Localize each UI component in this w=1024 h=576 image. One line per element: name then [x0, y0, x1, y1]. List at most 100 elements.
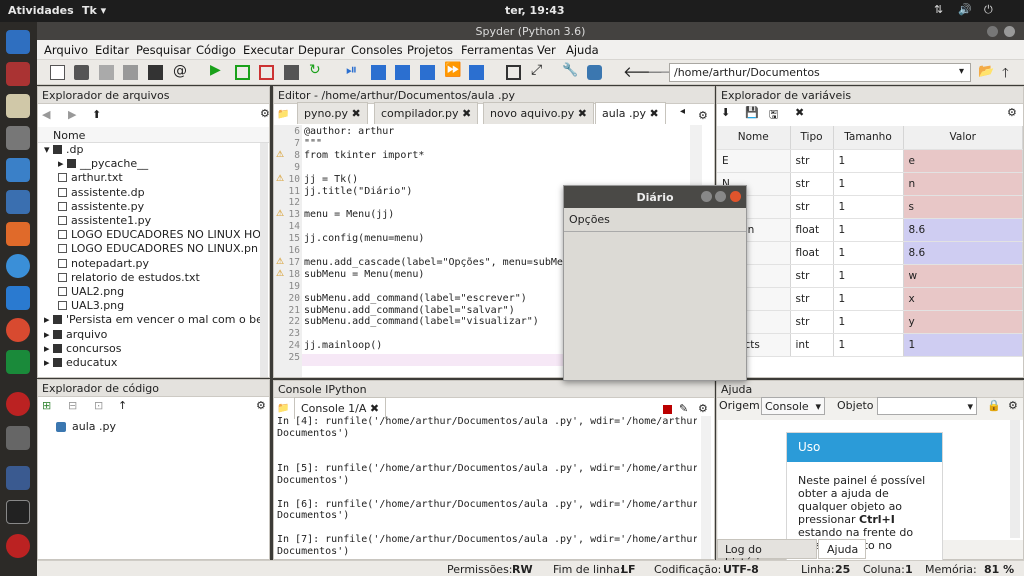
table-cell[interactable]: str — [790, 287, 834, 311]
tab-novo-aquivo[interactable]: novo aquivo.py ✖ — [483, 102, 594, 124]
menu-codigo[interactable]: Código — [196, 43, 236, 57]
table-cell[interactable]: 1 — [833, 264, 904, 288]
file-tree-scrollbar[interactable] — [260, 143, 268, 377]
save-data-icon[interactable]: 💾 — [745, 106, 759, 119]
tab-aula[interactable]: aula .py ✖ — [595, 102, 666, 124]
spyder-icon-2[interactable] — [6, 534, 30, 558]
sound-icon[interactable] — [6, 126, 30, 150]
menu-ver[interactable]: Ver — [537, 43, 556, 57]
wrench-icon[interactable]: 🔧 — [562, 63, 578, 78]
code-line[interactable]: ⚠ 8 from tkinter import* — [274, 150, 694, 162]
table-cell[interactable]: 1 — [833, 241, 904, 265]
close-icon[interactable]: ✖ — [352, 107, 361, 120]
table-cell[interactable]: 8.6 — [903, 241, 1023, 265]
chevron-right-icon[interactable]: ▸ — [44, 328, 53, 341]
run-cell-icon[interactable] — [235, 65, 250, 80]
table-row[interactable]: rsionfloat18.6 — [717, 241, 1023, 265]
chevron-right-icon[interactable]: ▸ — [44, 342, 53, 355]
table-row[interactable]: str 1 w — [717, 264, 1023, 288]
menu-pesquisar[interactable]: Pesquisar — [136, 43, 191, 57]
code-line[interactable]: 6 @author: arthur — [274, 126, 694, 138]
clock[interactable]: ter, 19:43 — [505, 4, 565, 17]
minimize-icon[interactable] — [987, 26, 998, 37]
rerun-icon[interactable]: ↻ — [309, 62, 324, 78]
chevron-right-icon[interactable]: ▸ — [44, 356, 53, 369]
list-item[interactable]: ▸ educatux — [44, 356, 117, 369]
table-cell[interactable]: 8.6 — [903, 218, 1023, 242]
menu-ajuda[interactable]: Ajuda — [566, 43, 599, 57]
remove-all-icon[interactable]: ✖ — [795, 106, 804, 119]
origem-select[interactable]: Console ▾ — [761, 397, 825, 415]
back-icon[interactable]: ◀ — [42, 108, 50, 121]
table-cell[interactable]: E — [717, 149, 791, 173]
close-icon[interactable] — [1004, 26, 1015, 37]
list-item[interactable]: ▸ 'Persista em vencer o mal com o bem — [44, 313, 260, 326]
list-item[interactable]: ▾ .dp — [44, 143, 84, 156]
console-gear-icon[interactable]: ⚙ — [698, 402, 708, 415]
save-icon[interactable] — [99, 65, 114, 80]
column-header[interactable]: Nome — [717, 126, 791, 150]
collapse-icon[interactable]: ⊞ — [42, 399, 51, 412]
writer-icon[interactable] — [6, 190, 30, 214]
maximize-pane-icon[interactable] — [506, 65, 521, 80]
list-item[interactable]: LOGO EDUCADORES NO LINUX.pn — [58, 242, 258, 255]
step-into-icon[interactable] — [395, 65, 410, 80]
table-cell[interactable]: 1 — [833, 195, 904, 219]
list-icon[interactable] — [148, 65, 163, 80]
code-icon[interactable] — [6, 466, 30, 490]
table-cell[interactable]: s — [903, 195, 1023, 219]
table-cell[interactable]: n — [903, 172, 1023, 196]
chrome-icon[interactable] — [6, 318, 30, 342]
go-to-cursor-icon[interactable]: ↑ — [118, 399, 127, 412]
code-explorer-item[interactable]: aula .py — [72, 420, 116, 433]
step-return-icon[interactable] — [420, 65, 435, 80]
parent-dir-icon[interactable]: ⬆ — [92, 108, 101, 121]
table-row[interactable]: Sstr1s — [717, 195, 1023, 219]
browse-tabs-icon[interactable]: 📁 — [277, 109, 289, 120]
stop-icon[interactable] — [663, 405, 672, 414]
import-data-icon[interactable]: ⬇ — [721, 106, 730, 119]
pycharm-icon[interactable] — [6, 350, 30, 374]
list-item[interactable]: assistente.dp — [58, 186, 145, 199]
list-item[interactable]: LOGO EDUCADORES NO LINUX HO — [58, 228, 260, 241]
menu-projetos[interactable]: Projetos — [407, 43, 453, 57]
help-icon[interactable] — [6, 254, 30, 278]
table-cell[interactable]: str — [790, 310, 834, 334]
table-cell[interactable]: 1 — [833, 218, 904, 242]
tab-compilador[interactable]: compilador.py ✖ — [374, 102, 479, 124]
variables-table[interactable]: Nome Tipo Tamanho Valor Estr1eNstr1nSstr… — [717, 126, 1023, 357]
menu-arquivo[interactable]: Arquivo — [44, 43, 88, 57]
code-line[interactable]: 7 """ — [274, 138, 694, 150]
spyder-icon[interactable] — [6, 392, 30, 416]
column-header[interactable]: Valor — [903, 126, 1023, 150]
table-cell[interactable]: 1 — [833, 172, 904, 196]
run-cell-advance-icon[interactable] — [259, 65, 274, 80]
activities-button[interactable]: Atividades — [8, 4, 74, 17]
menu-consoles[interactable]: Consoles — [351, 43, 403, 57]
console-output[interactable]: In [4]: runfile('/home/arthur/Documentos… — [277, 416, 697, 559]
lock-icon[interactable]: 🔒 — [987, 399, 1001, 412]
options-gear-icon[interactable]: ⚙ — [260, 107, 270, 120]
code-line[interactable]: 9 — [274, 162, 694, 174]
table-row[interactable]: Estr 1 e — [717, 149, 1023, 173]
step-icon[interactable] — [371, 65, 386, 80]
table-cell[interactable]: 1 — [833, 310, 904, 334]
close-icon[interactable]: ✖ — [578, 107, 587, 120]
run-selection-icon[interactable] — [284, 65, 299, 80]
software-center-icon[interactable] — [6, 222, 30, 246]
menu-editar[interactable]: Editar — [95, 43, 129, 57]
debug-icon[interactable]: ⏯ — [346, 62, 361, 78]
editor-gear-icon[interactable]: ⚙ — [698, 109, 708, 122]
table-cell[interactable]: 1 — [903, 333, 1023, 357]
table-cell[interactable]: e — [903, 149, 1023, 173]
chevron-right-icon[interactable]: ▸ — [58, 157, 67, 170]
table-cell[interactable]: float — [790, 241, 834, 265]
menu-ferramentas[interactable]: Ferramentas — [461, 43, 533, 57]
list-item[interactable]: ▸ __pycache__ — [58, 157, 148, 170]
close-icon[interactable]: ✖ — [462, 107, 471, 120]
save-all-icon[interactable] — [123, 65, 138, 80]
drive-icon[interactable] — [6, 286, 30, 310]
dialog-menu-opcoes[interactable]: Opções — [564, 208, 746, 232]
table-row[interactable]: ersionfloat18.6 — [717, 218, 1023, 242]
table-row[interactable]: Nstr 1 n — [717, 172, 1023, 196]
